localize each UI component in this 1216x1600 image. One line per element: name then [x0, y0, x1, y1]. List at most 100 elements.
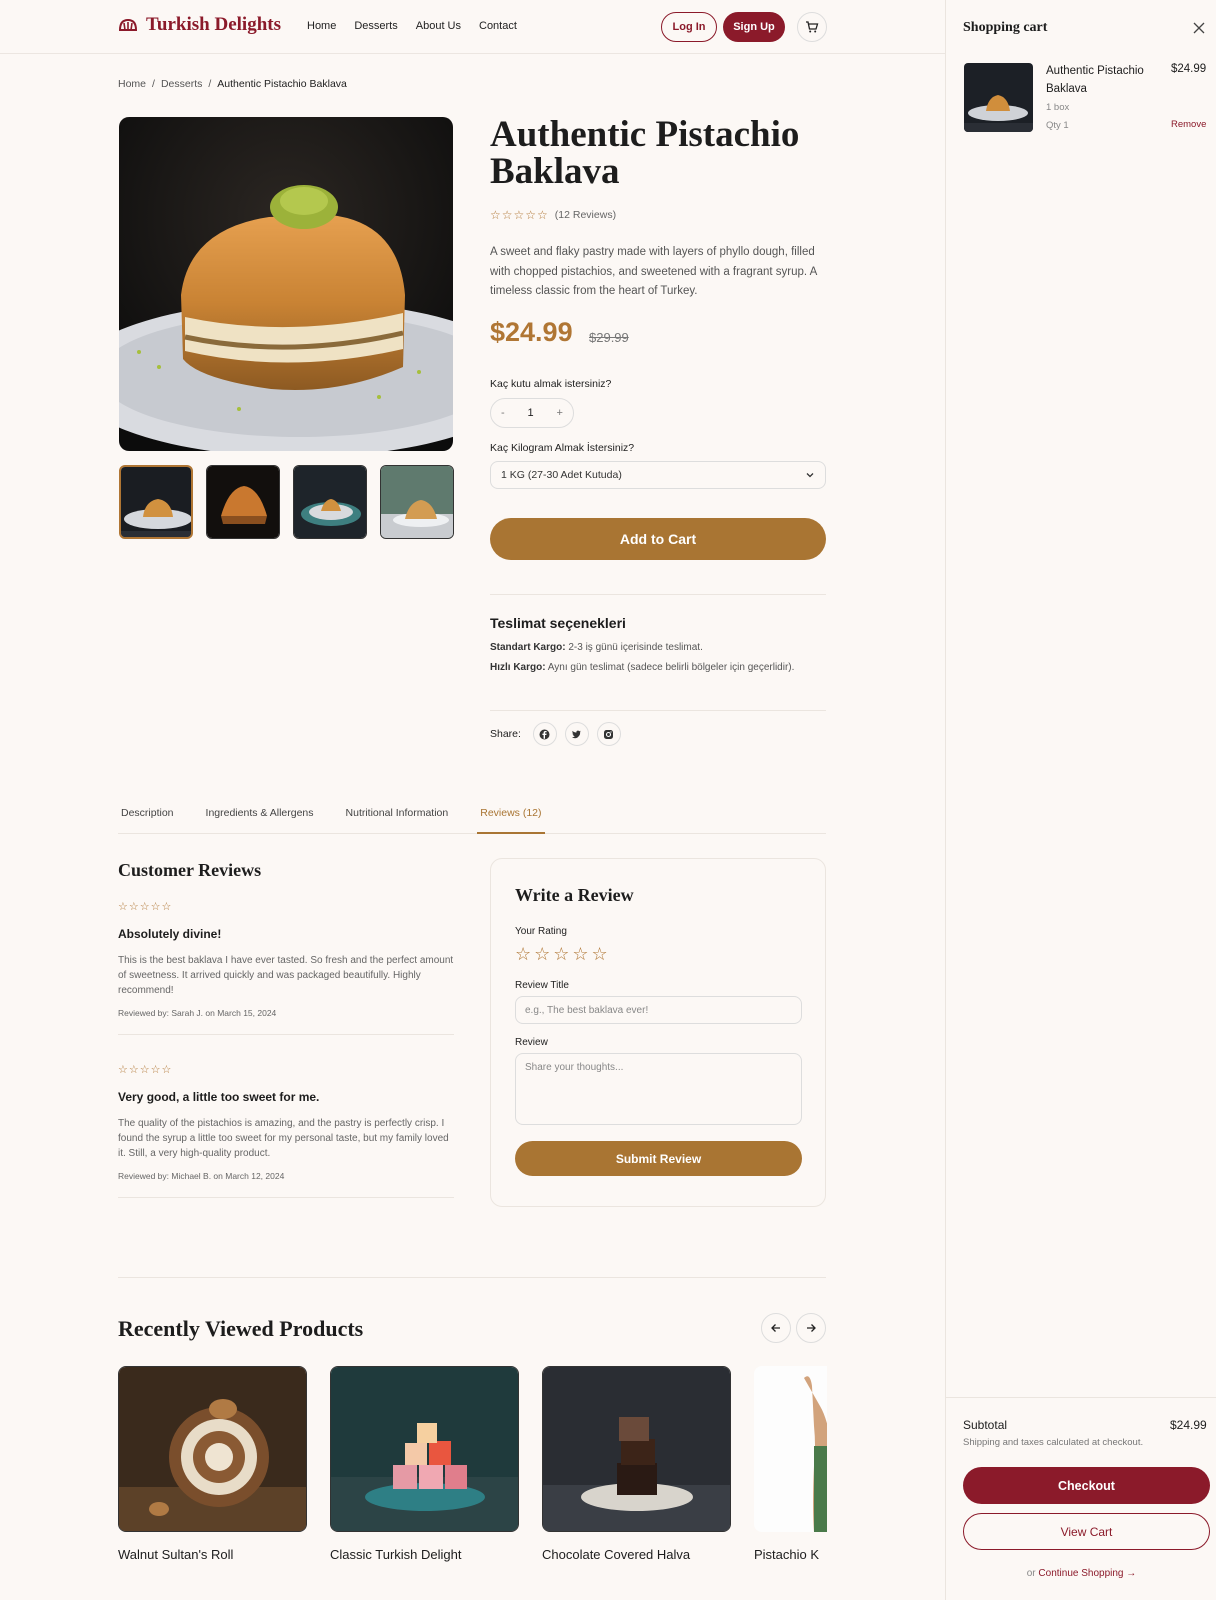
- weight-selected-value: 1 KG (27-30 Adet Kutuda): [501, 469, 622, 481]
- brand-logo[interactable]: Turkish Delights: [118, 14, 281, 36]
- site-header: Turkish Delights Home Desserts About Us …: [0, 0, 945, 54]
- tab-reviews[interactable]: Reviews (12): [477, 800, 545, 834]
- nav-about[interactable]: About Us: [416, 20, 461, 32]
- product-card-name: Chocolate Covered Halva: [542, 1547, 691, 1562]
- view-cart-button[interactable]: View Cart: [963, 1513, 1210, 1550]
- cart-icon: [806, 21, 819, 33]
- subtotal-label: Subtotal: [963, 1418, 1008, 1432]
- weight-label: Kaç Kilogram Almak İstersiniz?: [490, 442, 635, 454]
- review-body-label: Review: [515, 1037, 548, 1048]
- write-review-title: Write a Review: [515, 885, 634, 905]
- thumbnail-2[interactable]: [206, 465, 280, 539]
- arrow-left-icon: [771, 1324, 780, 1332]
- product-card[interactable]: Chocolate Covered Halva: [542, 1366, 731, 1562]
- product-card[interactable]: Walnut Sultan's Roll: [118, 1366, 307, 1562]
- signup-button[interactable]: Sign Up: [723, 12, 785, 42]
- review-stars: ☆☆☆☆☆: [118, 901, 173, 913]
- shipping-express: Hızlı Kargo: Aynı gün teslimat (sadece b…: [490, 662, 794, 673]
- product-card-name: Walnut Sultan's Roll: [118, 1547, 234, 1562]
- quantity-decrease-button[interactable]: -: [501, 407, 505, 419]
- reviews-count[interactable]: (12 Reviews): [555, 209, 616, 221]
- review-item: ☆☆☆☆☆ Very good, a little too sweet for …: [118, 1063, 454, 1198]
- review-title-input[interactable]: e.g., The best baklava ever!: [515, 996, 802, 1024]
- thumbnail-4[interactable]: [380, 465, 454, 539]
- review-body-textarea[interactable]: Share your thoughts...: [515, 1053, 802, 1125]
- product-old-price: $29.99: [589, 330, 629, 345]
- recently-viewed-carousel: Walnut Sultan's Roll Classic Turkish Del…: [118, 1366, 827, 1566]
- nav-contact[interactable]: Contact: [479, 20, 517, 32]
- cart-item-qty: Qty 1: [1046, 120, 1069, 131]
- subtotal-value: $24.99: [1170, 1418, 1207, 1432]
- nav-desserts[interactable]: Desserts: [354, 20, 397, 32]
- twitter-icon: [572, 730, 582, 738]
- breadcrumb-separator: /: [152, 78, 155, 90]
- carousel-next-button[interactable]: [796, 1313, 826, 1343]
- share-instagram-button[interactable]: [596, 722, 621, 746]
- shipping-title: Teslimat seçenekleri: [490, 615, 626, 631]
- cart-item-price: $24.99: [1171, 63, 1207, 75]
- bread-logo-icon: [118, 18, 138, 31]
- quantity-label: Kaç kutu almak istersiniz?: [490, 378, 612, 390]
- tab-description[interactable]: Description: [118, 800, 177, 834]
- share-facebook-button[interactable]: [532, 722, 557, 746]
- quantity-value[interactable]: 1: [528, 407, 534, 419]
- breadcrumb-current: Authentic Pistachio Baklava: [217, 78, 347, 90]
- login-button[interactable]: Log In: [661, 12, 717, 42]
- review-author: Reviewed by: Michael B. on March 12, 202…: [118, 1171, 285, 1181]
- checkout-button[interactable]: Checkout: [963, 1467, 1210, 1504]
- main-nav: Home Desserts About Us Contact: [307, 20, 517, 32]
- continue-prefix: or: [1026, 1568, 1036, 1579]
- customer-reviews-title: Customer Reviews: [118, 860, 262, 880]
- product-card-image: [330, 1366, 519, 1532]
- instagram-icon: [604, 729, 614, 739]
- share-row: Share:: [490, 722, 621, 746]
- nav-home[interactable]: Home: [307, 20, 336, 32]
- divider: [118, 1277, 826, 1278]
- quantity-stepper: - 1 +: [490, 398, 574, 428]
- divider: [118, 1034, 454, 1035]
- product-card-image: [118, 1366, 307, 1532]
- product-card[interactable]: Classic Turkish Delight: [330, 1366, 519, 1562]
- submit-review-button[interactable]: Submit Review: [515, 1141, 802, 1176]
- divider: [118, 1197, 454, 1198]
- cart-button[interactable]: [797, 12, 827, 42]
- review-item: ☆☆☆☆☆ Absolutely divine! This is the bes…: [118, 900, 454, 1035]
- continue-shopping-link[interactable]: Continue Shopping →: [1038, 1568, 1136, 1579]
- review-stars: ☆☆☆☆☆: [118, 1064, 173, 1076]
- cart-item-variant: 1 box: [1046, 102, 1070, 113]
- product-card[interactable]: Pistachio K: [754, 1366, 827, 1562]
- review-title: Absolutely divine!: [118, 927, 222, 941]
- product-tabs: Description Ingredients & Allergens Nutr…: [118, 800, 826, 834]
- facebook-icon: [539, 729, 550, 739]
- shipping-standard-text: 2-3 iş günü içerisinde teslimat.: [568, 642, 703, 653]
- product-card-image: [754, 1366, 827, 1532]
- rating-stars: ☆☆☆☆☆: [490, 208, 549, 222]
- thumbnail-3[interactable]: [293, 465, 367, 539]
- divider: [490, 710, 826, 711]
- breadcrumb-home[interactable]: Home: [118, 78, 146, 90]
- cart-item-name[interactable]: Authentic Pistachio Baklava: [1046, 62, 1164, 98]
- weight-select[interactable]: 1 KG (27-30 Adet Kutuda): [490, 461, 826, 489]
- quantity-increase-button[interactable]: +: [557, 407, 563, 419]
- product-main-image[interactable]: [119, 117, 453, 451]
- continue-shopping: or Continue Shopping →: [946, 1568, 1216, 1579]
- rating-input-stars[interactable]: ☆☆☆☆☆: [515, 944, 611, 965]
- shopping-cart-panel: Shopping cart Authentic Pistachio Baklav…: [945, 0, 1216, 1600]
- tab-nutrition[interactable]: Nutritional Information: [343, 800, 452, 834]
- close-cart-button[interactable]: [1193, 21, 1205, 39]
- review-title: Very good, a little too sweet for me.: [118, 1090, 320, 1104]
- tab-ingredients[interactable]: Ingredients & Allergens: [203, 800, 317, 834]
- product-card-image: [542, 1366, 731, 1532]
- carousel-prev-button[interactable]: [761, 1313, 791, 1343]
- cart-title: Shopping cart: [963, 20, 1048, 35]
- breadcrumb-separator: /: [208, 78, 212, 90]
- add-to-cart-button[interactable]: Add to Cart: [490, 518, 826, 560]
- write-review-card: Write a Review Your Rating ☆☆☆☆☆ Review …: [490, 858, 826, 1207]
- chevron-down-icon: [806, 473, 814, 478]
- share-twitter-button[interactable]: [564, 722, 589, 746]
- cart-item-remove-button[interactable]: Remove: [1171, 119, 1206, 130]
- review-body: The quality of the pistachios is amazing…: [118, 1118, 449, 1159]
- product-card-name: Pistachio K: [754, 1547, 820, 1562]
- thumbnail-1[interactable]: [119, 465, 193, 539]
- breadcrumb-desserts[interactable]: Desserts: [161, 78, 202, 90]
